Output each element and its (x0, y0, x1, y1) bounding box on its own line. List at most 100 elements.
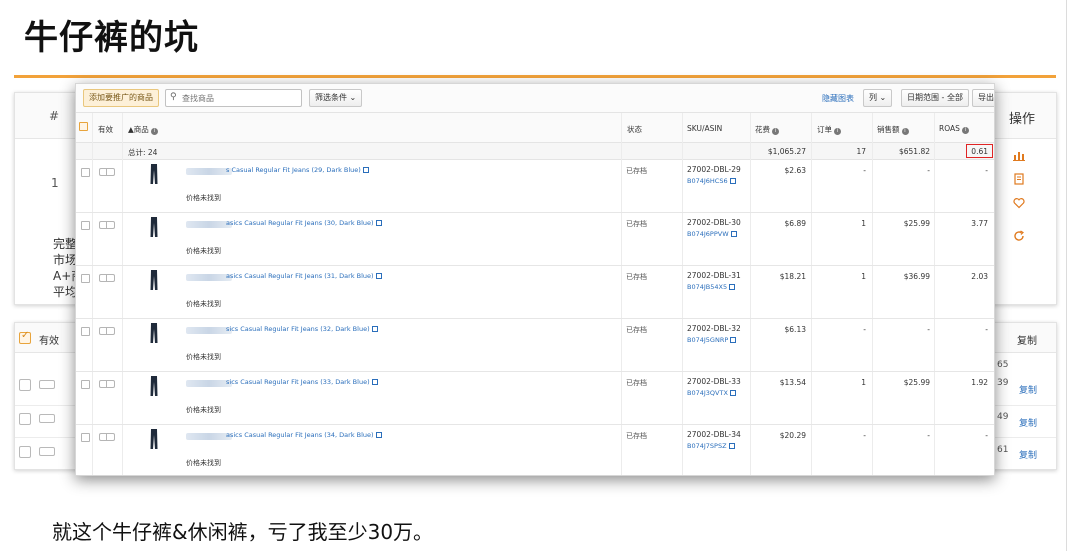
background-value: 39 (997, 378, 1009, 388)
row-checkbox[interactable] (81, 168, 90, 177)
copy-link[interactable]: 复制 (1019, 383, 1037, 396)
row-roas: - (985, 431, 988, 440)
hide-chart-link[interactable]: 隐藏图表 (822, 93, 854, 104)
bar-chart-icon[interactable] (1011, 149, 1027, 165)
row-checkbox[interactable] (19, 446, 31, 458)
search-input[interactable] (182, 91, 298, 105)
page-title: 牛仔裤的坑 (24, 18, 199, 58)
copy-link[interactable]: 复制 (1019, 448, 1037, 461)
row-asin-link[interactable]: B074JB54X5 (687, 283, 736, 291)
info-icon: i (961, 127, 969, 134)
row-asin-link[interactable]: B074J6PPVW (687, 230, 737, 238)
info-icon: i (901, 128, 909, 135)
row-checkbox[interactable] (19, 413, 31, 425)
copy-link[interactable]: 复制 (1019, 416, 1037, 429)
select-all-checkbox[interactable] (19, 330, 31, 344)
column-copy-header: 复制 (1017, 336, 1037, 347)
row-checkbox[interactable] (81, 433, 90, 442)
row-checkbox[interactable] (81, 221, 90, 230)
slide-caption: 就这个牛仔裤&休闲裤，亏了我至少30万。 (52, 520, 434, 544)
row-sales: $36.99 (903, 272, 930, 281)
row-active-toggle[interactable] (99, 221, 115, 229)
select-all-checkbox[interactable] (79, 122, 88, 131)
row-sales: $25.99 (903, 378, 930, 387)
product-name-link[interactable]: asics Casual Regular Fit Jeans (31, Dark… (226, 272, 382, 280)
row-roas: 2.03 (971, 272, 988, 281)
price-note: 价格未找到 (186, 300, 221, 308)
chevron-down-icon: ⌄ (349, 93, 357, 102)
row-active-toggle[interactable] (99, 168, 115, 176)
row-checkbox[interactable] (19, 379, 31, 391)
column-spend[interactable]: 花费 i (755, 124, 779, 135)
jeans-thumbnail (150, 323, 158, 343)
row-spend: $6.13 (784, 325, 806, 334)
row-checkbox[interactable] (81, 327, 90, 336)
row-asin: B074J3QVTX (687, 389, 728, 397)
external-link-icon (728, 443, 735, 449)
row-active-toggle[interactable] (99, 274, 115, 282)
row-roas: - (985, 166, 988, 175)
column-orders[interactable]: 订单 i (817, 124, 841, 135)
external-link-icon (729, 284, 736, 290)
columns-button[interactable]: 列 ⌄ (863, 89, 893, 107)
columns-button-label: 列 (869, 93, 877, 102)
add-product-button[interactable]: 添加要推广的商品 (83, 89, 159, 107)
price-note: 价格未找到 (186, 247, 221, 255)
row-active-toggle[interactable] (99, 327, 115, 335)
row-asin-link[interactable]: B074J3QVTX (687, 389, 736, 397)
jeans-thumbnail (150, 270, 158, 290)
product-name-link[interactable]: asics Casual Regular Fit Jeans (30, Dark… (226, 219, 382, 227)
row-orders: 1 (861, 378, 866, 387)
heart-icon[interactable] (1011, 197, 1027, 213)
product-name-link[interactable]: sics Casual Regular Fit Jeans (32, Dark … (226, 325, 378, 333)
row-sales: - (927, 431, 930, 440)
export-button[interactable]: 导出 (972, 89, 994, 107)
external-link-icon (729, 178, 736, 184)
table-row: asics Casual Regular Fit Jeans (34, Dark… (76, 425, 994, 475)
column-sales[interactable]: 销售额 i (877, 124, 909, 135)
row-toggle[interactable] (39, 414, 55, 423)
column-active: 有效 (98, 125, 113, 134)
row-checkbox[interactable] (81, 380, 90, 389)
date-range-button[interactable]: 日期范围 - 全部 (901, 89, 969, 107)
row-asin-link[interactable]: B074J6HCS6 (687, 177, 736, 185)
filter-button[interactable]: 筛选条件 ⌄ (309, 89, 363, 107)
search-box[interactable]: ⚲ (165, 89, 302, 107)
row-checkbox[interactable] (81, 274, 90, 283)
table-header: 有效 ▲商品 i 状态 SKU/ASIN 花费 i 订单 i 销售额 i ROAS i (76, 113, 994, 143)
row-sku: 27002-DBL-32 (687, 324, 741, 333)
jeans-thumbnail (150, 376, 158, 396)
row-active-toggle[interactable] (99, 433, 115, 441)
product-name: sics Casual Regular Fit Jeans (32, Dark … (226, 325, 370, 333)
table-row: sics Casual Regular Fit Jeans (33, Dark … (76, 372, 994, 425)
filter-button-label: 筛选条件 (315, 93, 347, 102)
side-text-2: 市场 (53, 253, 78, 267)
refresh-icon[interactable] (1011, 230, 1027, 246)
totals-row: 总计: 24 $1,065.27 17 $651.82 0.61 (76, 143, 994, 160)
table-row: asics Casual Regular Fit Jeans (30, Dark… (76, 213, 994, 266)
roas-highlight-box (966, 144, 993, 158)
row-asin-link[interactable]: B074J5GNRP (687, 336, 737, 344)
row-active-toggle[interactable] (99, 380, 115, 388)
row-toggle[interactable] (39, 447, 55, 456)
slide-edge-divider (1066, 0, 1067, 551)
product-name-link[interactable]: asics Casual Regular Fit Jeans (34, Dark… (226, 431, 382, 439)
row-toggle[interactable] (39, 380, 55, 389)
column-roas[interactable]: ROAS i (939, 124, 969, 134)
document-icon[interactable] (1011, 173, 1027, 189)
external-link-icon (729, 390, 736, 396)
product-name-link[interactable]: s Casual Regular Fit Jeans (29, Dark Blu… (226, 166, 369, 174)
column-product[interactable]: ▲商品 i (128, 124, 158, 135)
external-link-icon (375, 273, 382, 279)
column-actions-header: 操作 (1009, 112, 1036, 127)
product-name-link[interactable]: sics Casual Regular Fit Jeans (33, Dark … (226, 378, 378, 386)
row-status: 已存档 (626, 379, 647, 387)
row-asin-link[interactable]: B074J7SPSZ (687, 442, 735, 450)
table-row: asics Casual Regular Fit Jeans (31, Dark… (76, 266, 994, 319)
totals-sales: $651.82 (898, 147, 930, 156)
info-icon: i (150, 128, 158, 135)
background-value: 61 (997, 445, 1009, 455)
column-active-header: 有效 (39, 336, 59, 347)
external-link-icon (362, 167, 369, 173)
external-link-icon (375, 220, 382, 226)
